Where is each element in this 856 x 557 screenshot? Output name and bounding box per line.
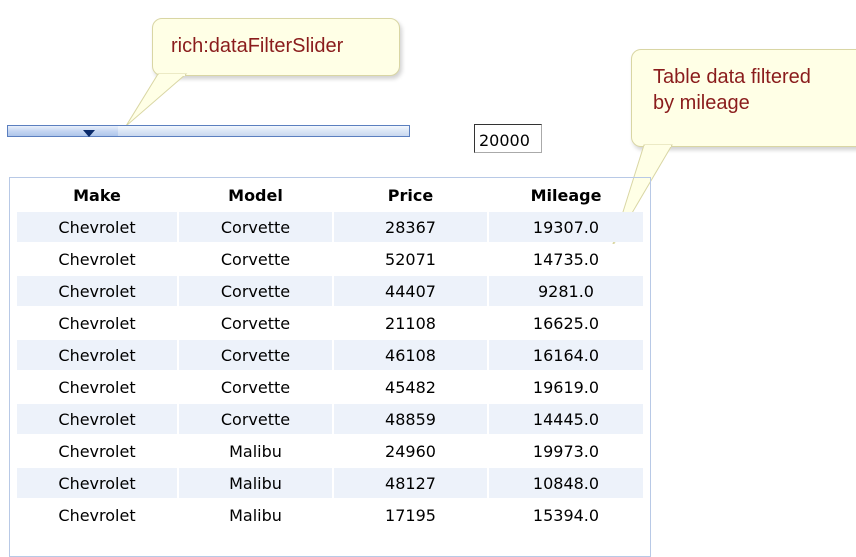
- cell-mileage: 10848.0: [489, 468, 643, 498]
- cell-make: Chevrolet: [17, 308, 177, 338]
- header-price: Price: [387, 185, 434, 205]
- cell-make: Chevrolet: [17, 212, 177, 242]
- cell-mileage: 14735.0: [489, 244, 643, 274]
- callout-table-text-line2: by mileage: [653, 92, 750, 114]
- callout-slider-text: rich:dataFilterSlider: [171, 35, 344, 57]
- cell-mileage: 16164.0: [489, 340, 643, 370]
- cell-model: Malibu: [179, 500, 332, 530]
- cell-price: 21108: [334, 308, 487, 338]
- cell-make: Chevrolet: [17, 372, 177, 402]
- cell-make: Chevrolet: [17, 468, 177, 498]
- filter-slider-fill: [8, 126, 118, 136]
- cell-model: Malibu: [179, 468, 332, 498]
- cell-make: Chevrolet: [17, 340, 177, 370]
- cell-make: Chevrolet: [17, 436, 177, 466]
- cell-price: 28367: [334, 212, 487, 242]
- cell-price: 44407: [334, 276, 487, 306]
- cell-make: Chevrolet: [17, 500, 177, 530]
- cell-model: Corvette: [179, 372, 332, 402]
- table-row: Chevrolet Corvette 52071 14735.0: [17, 244, 643, 274]
- callout-table-label: Table data filtered by mileage: [631, 49, 856, 147]
- cell-model: Corvette: [179, 212, 332, 242]
- cell-mileage: 14445.0: [489, 404, 643, 434]
- filter-slider-track[interactable]: [7, 125, 410, 137]
- cell-price: 48127: [334, 468, 487, 498]
- cell-model: Corvette: [179, 276, 332, 306]
- table-row: Chevrolet Corvette 21108 16625.0: [17, 308, 643, 338]
- header-mileage: Mileage: [530, 185, 602, 205]
- filter-slider-handle[interactable]: [83, 130, 95, 137]
- cars-table: Make Model Price Mileage Chevrolet Corve…: [15, 178, 645, 532]
- cars-table-container: Make Model Price Mileage Chevrolet Corve…: [9, 177, 651, 557]
- cell-mileage: 15394.0: [489, 500, 643, 530]
- table-row: Chevrolet Malibu 24960 19973.0: [17, 436, 643, 466]
- table-row: Chevrolet Corvette 44407 9281.0: [17, 276, 643, 306]
- callout-table-text-line1: Table data filtered: [653, 66, 811, 88]
- table-row: Chevrolet Corvette 28367 19307.0: [17, 212, 643, 242]
- cell-model: Corvette: [179, 244, 332, 274]
- cell-model: Corvette: [179, 308, 332, 338]
- cell-mileage: 19973.0: [489, 436, 643, 466]
- table-row: Chevrolet Corvette 48859 14445.0: [17, 404, 643, 434]
- cell-mileage: 19619.0: [489, 372, 643, 402]
- table-row: Chevrolet Corvette 46108 16164.0: [17, 340, 643, 370]
- cell-make: Chevrolet: [17, 404, 177, 434]
- table-row: Chevrolet Malibu 48127 10848.0: [17, 468, 643, 498]
- table-row: Chevrolet Corvette 45482 19619.0: [17, 372, 643, 402]
- header-make: Make: [73, 185, 121, 205]
- filter-value-input[interactable]: [474, 124, 542, 153]
- cell-price: 17195: [334, 500, 487, 530]
- cell-model: Corvette: [179, 340, 332, 370]
- cell-price: 48859: [334, 404, 487, 434]
- cell-make: Chevrolet: [17, 276, 177, 306]
- cell-mileage: 19307.0: [489, 212, 643, 242]
- table-row: Chevrolet Malibu 17195 15394.0: [17, 500, 643, 530]
- cell-model: Malibu: [179, 436, 332, 466]
- cell-mileage: 9281.0: [489, 276, 643, 306]
- cell-price: 24960: [334, 436, 487, 466]
- callout-slider-label: rich:dataFilterSlider: [152, 18, 400, 76]
- cell-price: 52071: [334, 244, 487, 274]
- cell-price: 46108: [334, 340, 487, 370]
- header-model: Model: [228, 185, 283, 205]
- cell-mileage: 16625.0: [489, 308, 643, 338]
- cell-model: Corvette: [179, 404, 332, 434]
- cell-make: Chevrolet: [17, 244, 177, 274]
- cell-price: 45482: [334, 372, 487, 402]
- table-header-row: Make Model Price Mileage: [17, 180, 643, 210]
